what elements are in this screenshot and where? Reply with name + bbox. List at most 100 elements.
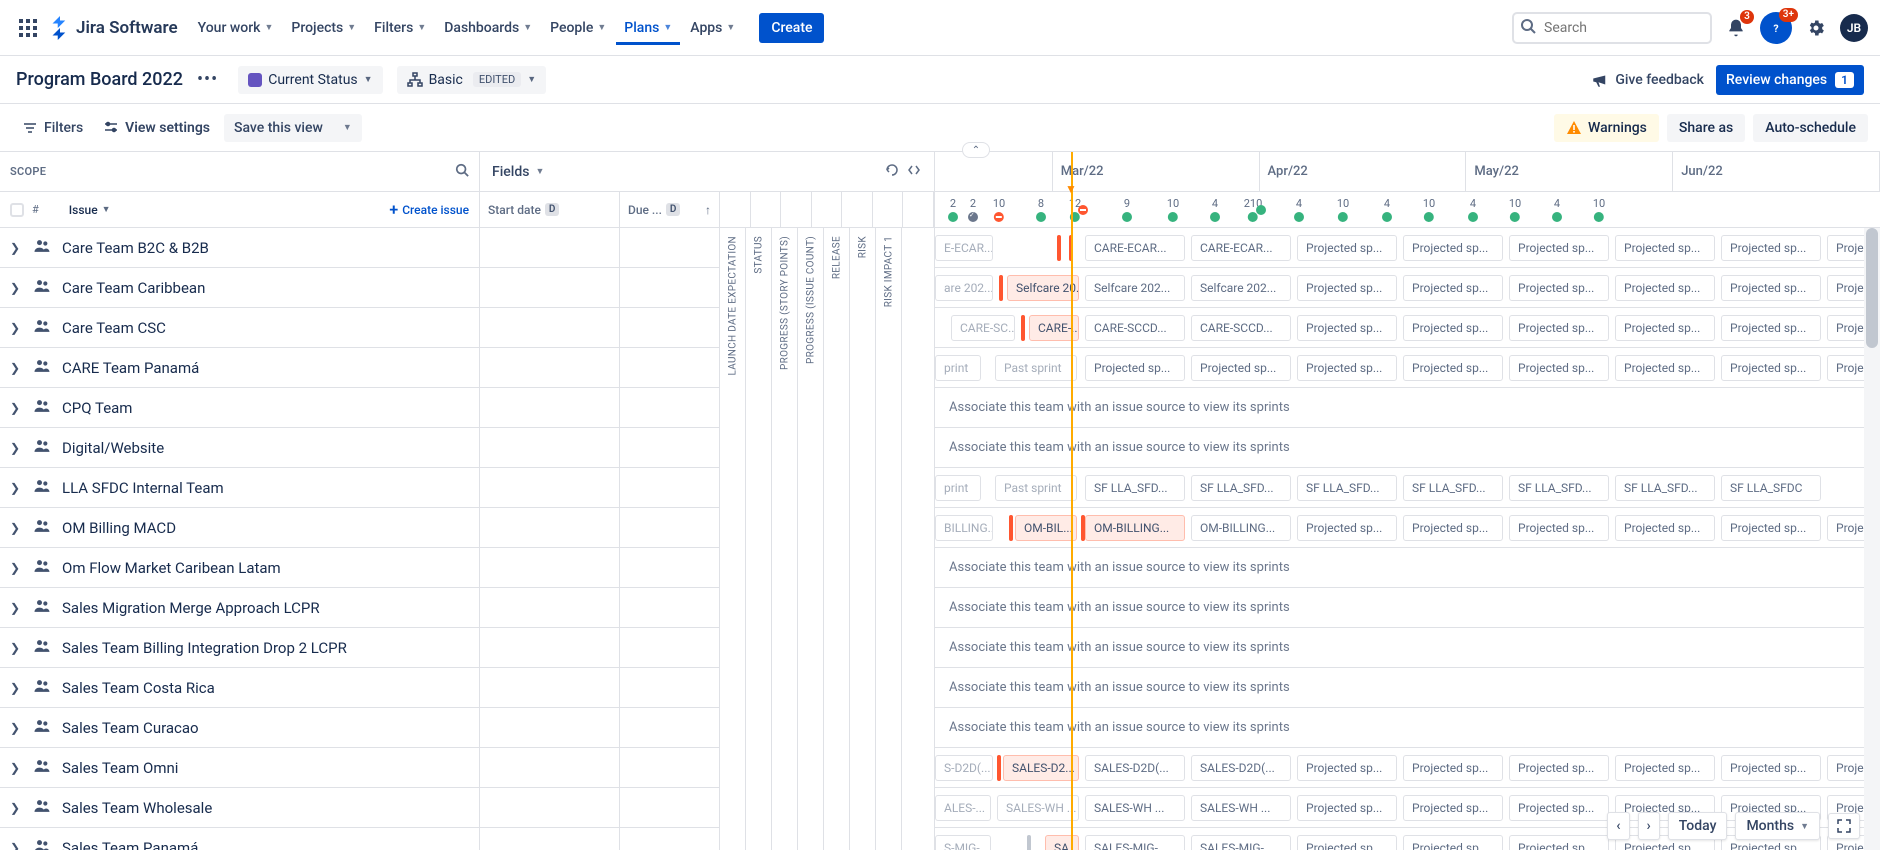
- auto-schedule-button[interactable]: Auto-schedule: [1753, 114, 1868, 142]
- release-marker[interactable]: [1256, 205, 1266, 215]
- sprint-box[interactable]: Selfcare 202...: [1085, 275, 1185, 301]
- nav-item-filters[interactable]: Filters▼: [366, 14, 434, 42]
- projected-sprint-box[interactable]: Projected sp...: [1509, 355, 1609, 381]
- help-icon[interactable]: ? 3+: [1760, 12, 1792, 44]
- expand-icon[interactable]: ❯: [10, 601, 22, 615]
- projected-sprint-box[interactable]: Projected sp...: [1085, 355, 1185, 381]
- sprint-box[interactable]: SF LLA_SFDC: [1721, 475, 1821, 501]
- projected-sprint-box[interactable]: Projected sp...: [1403, 355, 1503, 381]
- projected-sprint-box[interactable]: Projected sp...: [1509, 235, 1609, 261]
- expand-icon[interactable]: ❯: [10, 321, 22, 335]
- projected-sprint-box[interactable]: Projected sp...: [1403, 315, 1503, 341]
- projected-sprint-box[interactable]: Projected sp...: [1721, 755, 1821, 781]
- sprint-box[interactable]: SF LLA_SFD...: [1297, 475, 1397, 501]
- sprint-box[interactable]: S-D2D(...: [935, 755, 993, 781]
- expand-icon[interactable]: ❯: [10, 401, 22, 415]
- nav-item-your-work[interactable]: Your work▼: [190, 14, 282, 42]
- team-row[interactable]: ❯OM Billing MACD: [0, 508, 479, 548]
- sprint-box[interactable]: Past sprint: [995, 355, 1077, 381]
- projected-sprint-box[interactable]: Projected sp...: [1615, 275, 1715, 301]
- release-marker[interactable]: 10: [1593, 197, 1605, 222]
- zoom-selector[interactable]: Months ▼: [1735, 812, 1820, 840]
- projected-sprint-box[interactable]: Projected sp...: [1403, 275, 1503, 301]
- expand-icon[interactable]: ❯: [10, 641, 22, 655]
- sprint-box[interactable]: CARE-SCCD...: [1085, 315, 1185, 341]
- sprint-box[interactable]: SALES-D2D(...: [1085, 755, 1185, 781]
- fields-header[interactable]: Fields ▼: [480, 152, 934, 192]
- team-row[interactable]: ❯Sales Team Wholesale: [0, 788, 479, 828]
- filters-button[interactable]: Filters: [12, 114, 93, 142]
- notifications-icon[interactable]: 3: [1720, 12, 1752, 44]
- projected-sprint-box[interactable]: Projected sp...: [1403, 835, 1503, 850]
- projected-sprint-box[interactable]: Projected sp...: [1509, 515, 1609, 541]
- start-date-header[interactable]: Start date D: [480, 192, 620, 227]
- hierarchy-selector[interactable]: Basic EDITED ▼: [397, 66, 547, 94]
- sprint-box[interactable]: SALES-WH ...: [1191, 795, 1291, 821]
- vertical-scrollbar[interactable]: [1864, 228, 1880, 850]
- sprint-box[interactable]: OM-BILLING...: [1085, 515, 1185, 541]
- expand-icon[interactable]: ❯: [10, 841, 22, 850]
- sprint-box[interactable]: SF LLA_SFD...: [1191, 475, 1291, 501]
- scope-search-icon[interactable]: [455, 163, 469, 180]
- nav-item-apps[interactable]: Apps▼: [682, 14, 743, 42]
- projected-sprint-box[interactable]: Projected sp...: [1297, 235, 1397, 261]
- select-all-checkbox[interactable]: [10, 203, 24, 217]
- projected-sprint-box[interactable]: Projected sp...: [1509, 795, 1609, 821]
- scenario-selector[interactable]: Current Status ▼: [238, 66, 382, 94]
- sprint-box[interactable]: SALES-WH ...: [1085, 795, 1185, 821]
- projected-sprint-box[interactable]: Projected sp...: [1615, 755, 1715, 781]
- release-marker[interactable]: 4: [1210, 197, 1220, 222]
- team-row[interactable]: ❯Om Flow Market Caribean Latam: [0, 548, 479, 588]
- sprint-box[interactable]: SA...: [1045, 835, 1079, 850]
- sprint-box[interactable]: CARE-ECAR...: [1191, 235, 1291, 261]
- expand-icon[interactable]: ❯: [10, 801, 22, 815]
- timeline-body[interactable]: E-ECAR...CARE-ECAR...CARE-ECAR...Project…: [935, 228, 1880, 850]
- sprint-box[interactable]: S-MIG-...: [935, 835, 991, 850]
- expand-icon[interactable]: ❯: [10, 561, 22, 575]
- sprint-box[interactable]: SALES-D2...: [1003, 755, 1079, 781]
- sprint-box[interactable]: SALES-MIG-...: [1191, 835, 1291, 850]
- projected-sprint-box[interactable]: Projected sp...: [1403, 795, 1503, 821]
- user-avatar[interactable]: JB: [1840, 14, 1868, 42]
- today-button[interactable]: Today: [1668, 812, 1728, 840]
- projected-sprint-box[interactable]: Projected sp...: [1721, 235, 1821, 261]
- expand-icon[interactable]: ❯: [10, 441, 22, 455]
- team-row[interactable]: ❯CPQ Team: [0, 388, 479, 428]
- save-view-dropdown[interactable]: ▼: [333, 114, 362, 142]
- projected-sprint-box[interactable]: Projected sp...: [1297, 755, 1397, 781]
- sprint-box[interactable]: SF LLA_SFD...: [1403, 475, 1503, 501]
- release-marker[interactable]: 4: [1552, 197, 1562, 222]
- release-marker[interactable]: 4: [1382, 197, 1392, 222]
- release-marker[interactable]: 4: [1294, 197, 1304, 222]
- projected-sprint-box[interactable]: Projected sp...: [1191, 355, 1291, 381]
- team-row[interactable]: ❯Sales Team Panamá: [0, 828, 479, 850]
- sprint-box[interactable]: SF LLA_SFD...: [1509, 475, 1609, 501]
- nav-item-people[interactable]: People▼: [542, 14, 614, 42]
- release-marker[interactable]: 10: [1167, 197, 1179, 222]
- projected-sprint-box[interactable]: Projected sp...: [1721, 355, 1821, 381]
- timeline-next-button[interactable]: ›: [1638, 812, 1660, 840]
- settings-icon[interactable]: [1800, 12, 1832, 44]
- release-marker[interactable]: 8: [1036, 197, 1046, 222]
- sprint-box[interactable]: SF LLA_SFD...: [1615, 475, 1715, 501]
- release-marker[interactable]: 10: [1423, 197, 1435, 222]
- team-row[interactable]: ❯Sales Migration Merge Approach LCPR: [0, 588, 479, 628]
- save-view-button[interactable]: Save this view: [224, 114, 333, 142]
- sprint-box[interactable]: E-ECAR...: [935, 235, 993, 261]
- sprint-box[interactable]: SALES-MIG-...: [1085, 835, 1185, 850]
- projected-sprint-box[interactable]: Projected sp...: [1297, 835, 1397, 850]
- projected-sprint-box[interactable]: Projected sp...: [1615, 315, 1715, 341]
- expand-icon[interactable]: ❯: [10, 721, 22, 735]
- projected-sprint-box[interactable]: Projected sp...: [1509, 315, 1609, 341]
- projected-sprint-box[interactable]: Projected sp...: [1297, 315, 1397, 341]
- create-issue-button[interactable]: + Create issue: [389, 200, 469, 219]
- sprint-box[interactable]: are 202...: [935, 275, 993, 301]
- projected-sprint-box[interactable]: Projected sp...: [1509, 835, 1609, 850]
- expand-icon[interactable]: ❯: [10, 481, 22, 495]
- expand-icon[interactable]: ❯: [10, 241, 22, 255]
- jira-logo[interactable]: Jira Software: [48, 16, 178, 40]
- sprint-box[interactable]: print: [935, 475, 981, 501]
- due-date-header[interactable]: Due ... D ↑: [620, 192, 720, 227]
- sprint-box[interactable]: Selfcare 202...: [1191, 275, 1291, 301]
- issue-sort-header[interactable]: Issue ▼: [69, 203, 111, 217]
